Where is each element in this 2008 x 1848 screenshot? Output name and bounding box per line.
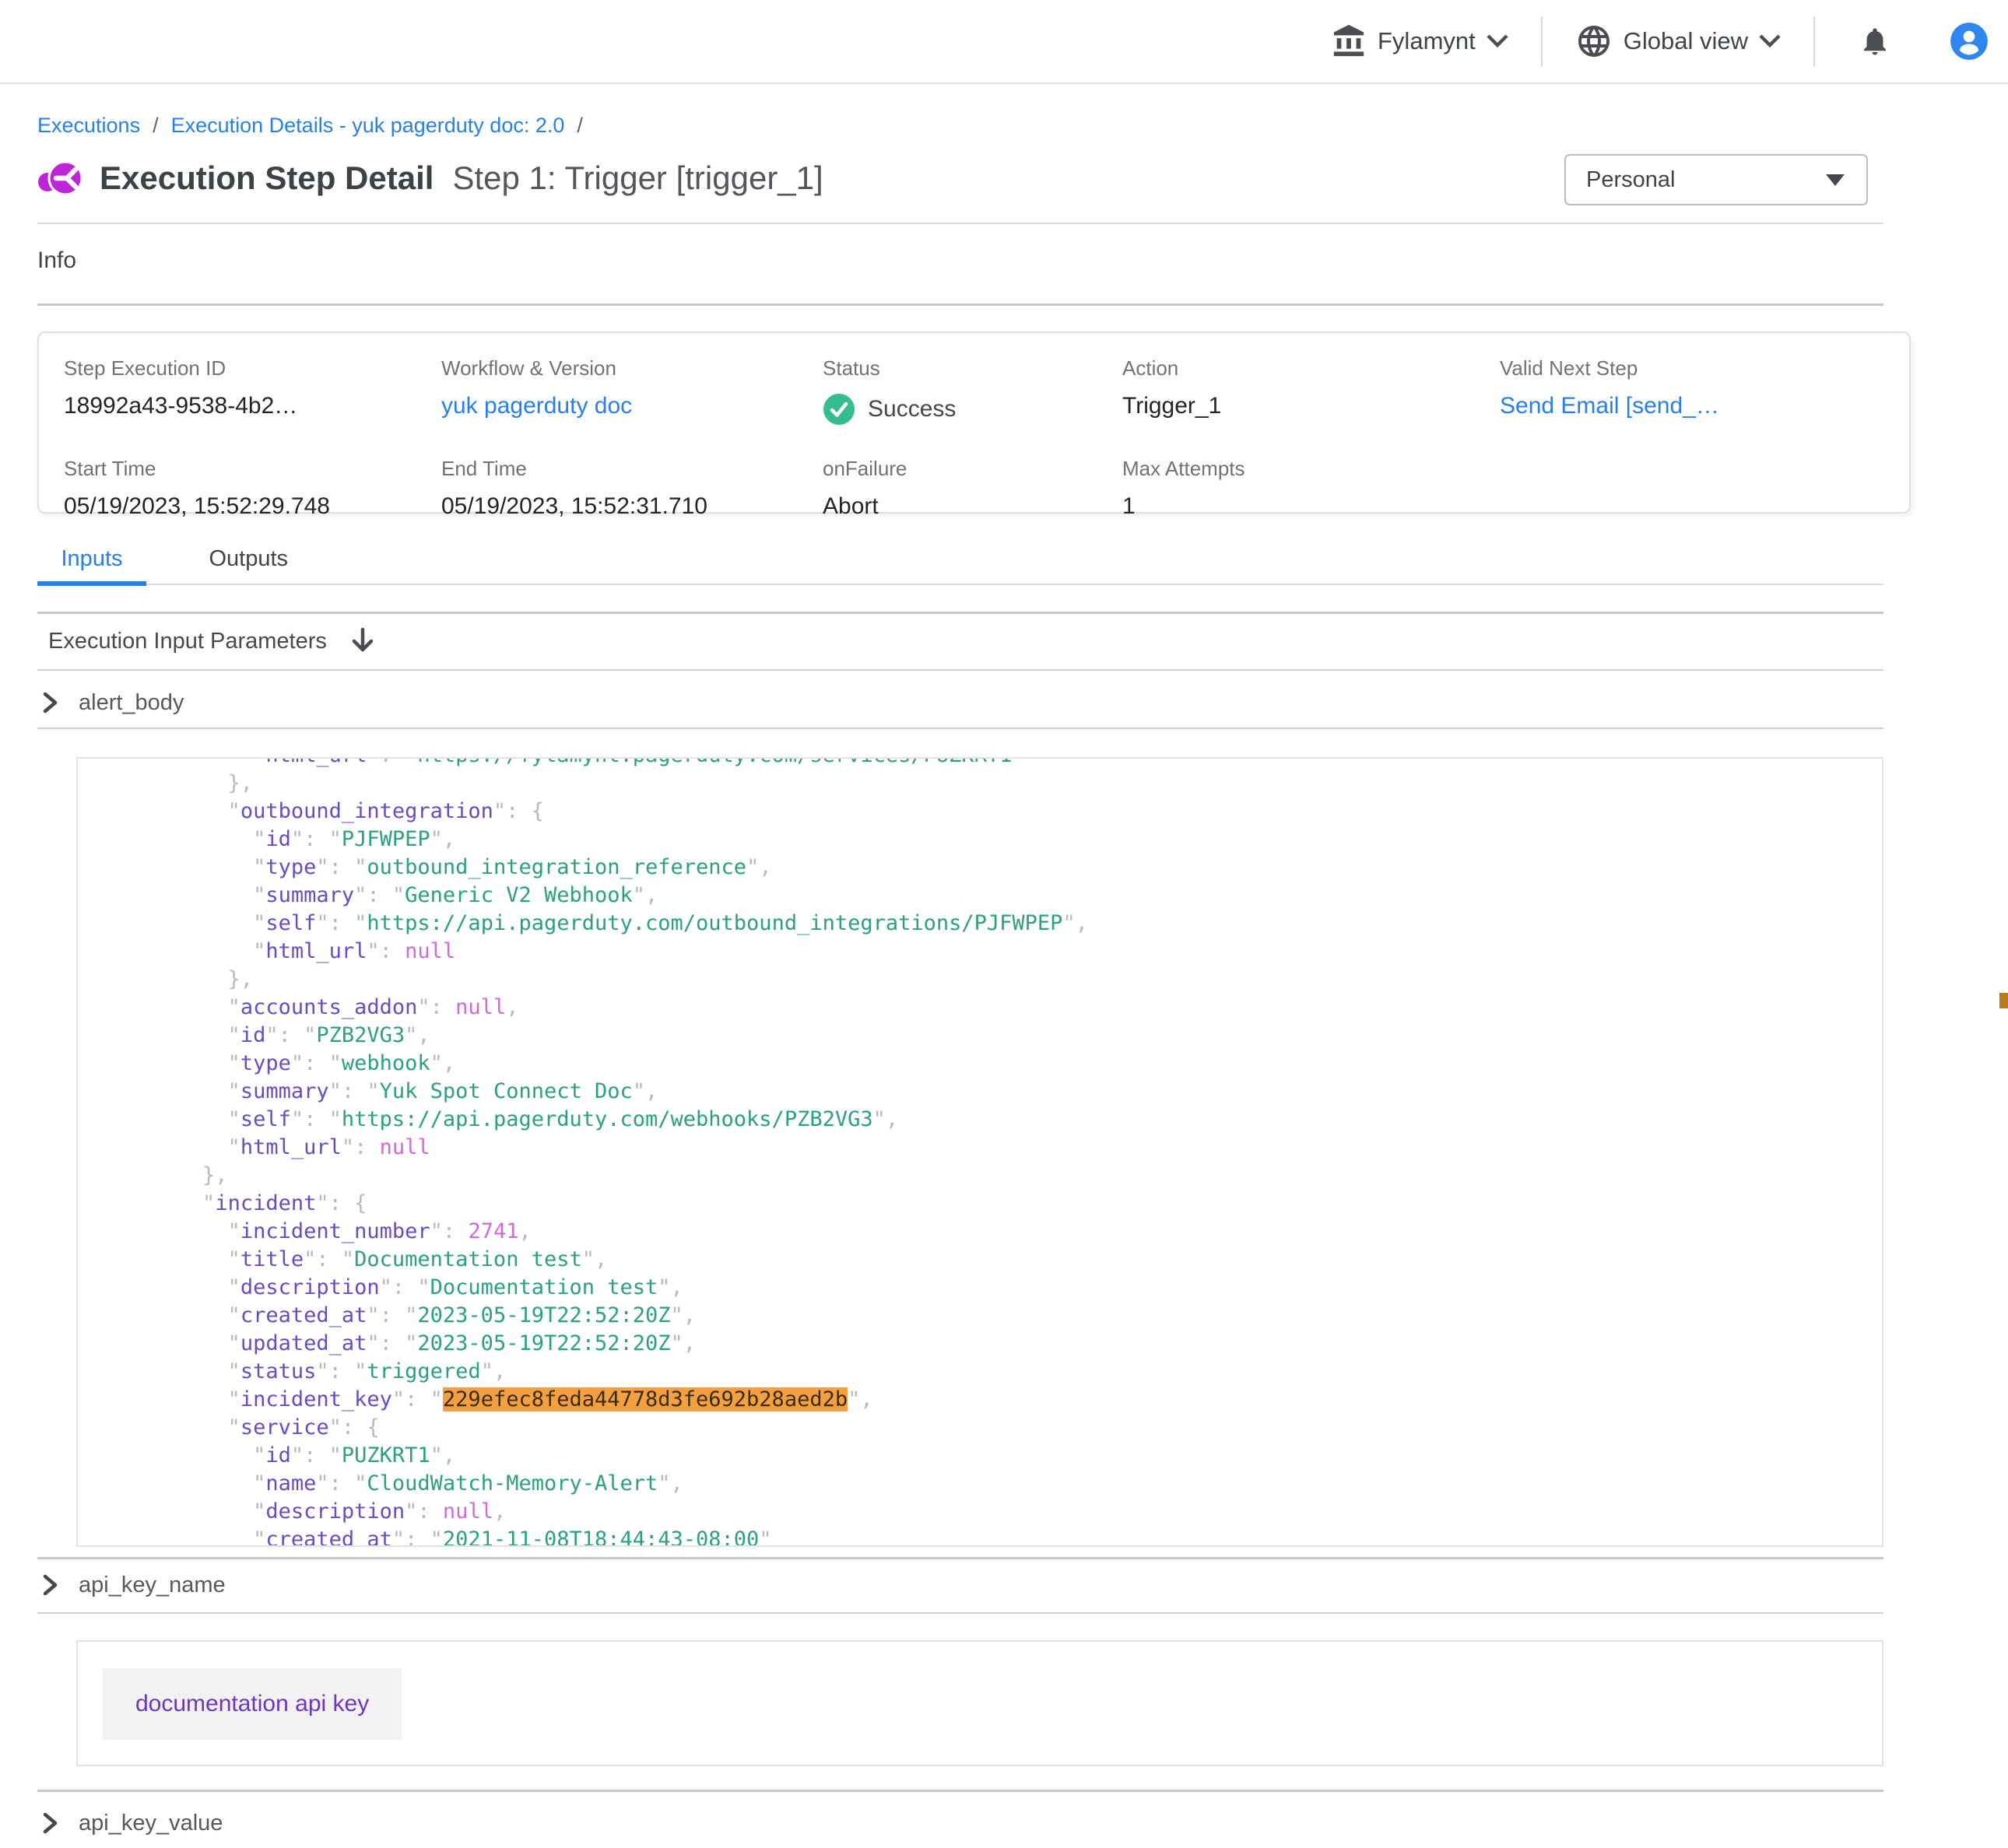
breadcrumb-link-execution-details[interactable]: Execution Details - yuk pagerduty doc: 2…	[171, 114, 565, 138]
breadcrumb-separator: /	[577, 114, 583, 138]
title-row: Execution Step Detail Step 1: Trigger [t…	[37, 156, 823, 201]
page-title: Execution Step Detail	[100, 160, 434, 197]
action-value: Trigger_1	[1122, 393, 1500, 419]
info-heading: Info	[37, 247, 76, 274]
max-attempts-value: 1	[1122, 493, 1500, 520]
top-bar-right-cluster: Fylamynt Global view	[1331, 0, 1989, 82]
bank-icon	[1331, 23, 1367, 59]
chevron-right-icon[interactable]	[41, 689, 60, 716]
api-key-name-panel: documentation api key	[76, 1640, 1883, 1766]
info-divider	[37, 303, 1883, 306]
next-step-link[interactable]: Send Email [send_…	[1500, 393, 1909, 419]
breadcrumb-separator: /	[153, 114, 159, 138]
alert-body-expand-row[interactable]: alert_body	[41, 689, 184, 716]
page-subtitle: Step 1: Trigger [trigger_1]	[452, 160, 823, 197]
workflow-logo-icon	[37, 156, 82, 201]
api-key-name-chip[interactable]: documentation api key	[103, 1668, 402, 1740]
info-card: Step Execution ID 18992a43-9538-4b2… Wor…	[37, 331, 1911, 514]
api-key-value-expand-row[interactable]: api_key_value	[41, 1810, 223, 1836]
chevron-right-icon[interactable]	[41, 1810, 60, 1836]
topbar-divider	[1541, 16, 1543, 66]
field-max-attempts: Max Attempts 1	[1122, 457, 1500, 520]
field-end-time: End Time 05/19/2023, 15:52:31.710	[441, 457, 823, 520]
global-view-label: Global view	[1624, 27, 1748, 55]
step-execution-id-value: 18992a43-9538-4b2…	[64, 393, 441, 419]
org-name: Fylamynt	[1378, 27, 1476, 55]
section-divider	[37, 612, 1883, 614]
info-card-row: Start Time 05/19/2023, 15:52:29.748 End …	[64, 457, 1909, 520]
section-divider	[37, 1557, 1883, 1559]
top-bar: Fylamynt Global view	[0, 0, 2008, 84]
caret-down-icon	[1826, 174, 1845, 186]
execution-step-detail-page: Fylamynt Global view	[0, 0, 2008, 1848]
global-view-menu[interactable]: Global view	[1575, 23, 1781, 60]
field-start-time: Start Time 05/19/2023, 15:52:29.748	[64, 457, 441, 520]
org-menu[interactable]: Fylamynt	[1331, 23, 1508, 59]
globe-icon	[1575, 23, 1613, 60]
notifications-bell-icon[interactable]	[1859, 25, 1891, 58]
field-action: Action Trigger_1	[1122, 356, 1500, 426]
execution-input-parameters-header: Execution Input Parameters	[48, 627, 375, 655]
status-badge: Success	[823, 393, 1122, 426]
chevron-down-icon	[1759, 34, 1781, 48]
tab-inputs[interactable]: Inputs	[37, 543, 146, 584]
topbar-divider	[1813, 16, 1815, 66]
scope-select[interactable]: Personal	[1564, 154, 1868, 205]
api-key-name-label: api_key_name	[79, 1573, 226, 1598]
field-on-failure: onFailure Abort	[823, 457, 1122, 520]
status-text: Success	[868, 396, 956, 423]
section-divider	[37, 669, 1883, 671]
scope-select-value: Personal	[1586, 167, 1826, 193]
download-arrow-icon[interactable]	[350, 627, 375, 655]
execution-input-parameters-title: Execution Input Parameters	[48, 629, 327, 654]
field-valid-next-step: Valid Next Step Send Email [send_…	[1500, 356, 1909, 426]
section-divider	[37, 1612, 1883, 1614]
field-status: Status Success	[823, 356, 1122, 426]
start-time-value: 05/19/2023, 15:52:29.748	[64, 493, 441, 520]
alert-body-label: alert_body	[79, 690, 184, 716]
field-step-execution-id: Step Execution ID 18992a43-9538-4b2…	[64, 356, 441, 426]
breadcrumb-link-executions[interactable]: Executions	[37, 114, 140, 138]
section-divider	[37, 1790, 1883, 1792]
user-avatar-icon[interactable]	[1949, 21, 1989, 61]
end-time-value: 05/19/2023, 15:52:31.710	[441, 493, 823, 520]
json-code: "html_url": "https://fylamynt.pagerduty.…	[101, 757, 1882, 1547]
scrollbar-highlight-marker	[1999, 993, 2008, 1008]
api-key-value-label: api_key_value	[79, 1811, 223, 1836]
chevron-down-icon	[1487, 34, 1508, 48]
alert-body-json-viewer[interactable]: "html_url": "https://fylamynt.pagerduty.…	[76, 757, 1883, 1547]
breadcrumb: Executions / Execution Details - yuk pag…	[37, 114, 583, 138]
section-divider	[37, 728, 1883, 729]
info-card-row: Step Execution ID 18992a43-9538-4b2… Wor…	[64, 356, 1909, 426]
tab-bar: Inputs Outputs	[37, 543, 1883, 585]
success-check-icon	[823, 393, 855, 426]
chevron-right-icon[interactable]	[41, 1572, 60, 1598]
workflow-link[interactable]: yuk pagerduty doc	[441, 393, 823, 419]
api-key-name-expand-row[interactable]: api_key_name	[41, 1572, 226, 1598]
tab-outputs[interactable]: Outputs	[209, 543, 288, 584]
header-divider	[37, 223, 1883, 224]
on-failure-value: Abort	[823, 493, 1122, 520]
field-workflow-version: Workflow & Version yuk pagerduty doc	[441, 356, 823, 426]
